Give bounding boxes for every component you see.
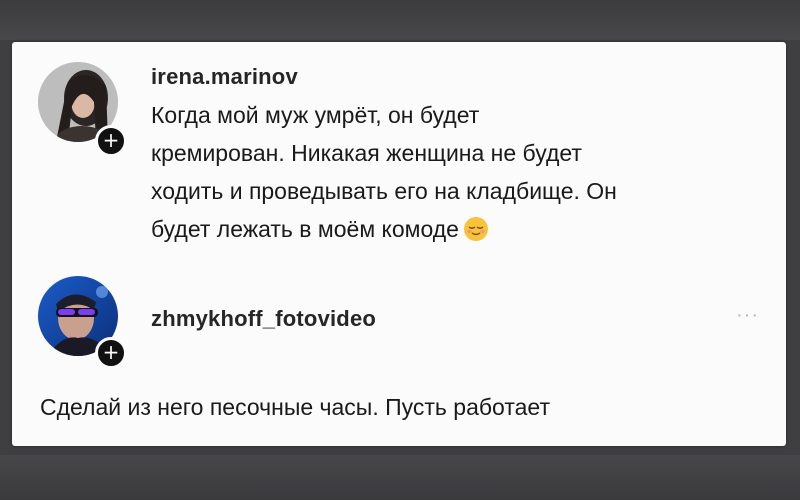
comments-card: + irena.marinov Когда мой муж умрёт, он … [12,42,786,446]
follow-plus-button[interactable]: + [95,125,127,157]
comment-text-zhmykhoff: Сделай из него песочные часы. Пусть рабо… [40,394,550,420]
comment-line-text: будет лежать в моём комоде [151,216,459,242]
avatar-zhmykhoff[interactable]: + [38,276,127,369]
bottom-frame-bar [0,455,800,500]
comment-line: Когда мой муж умрёт, он будет [151,102,480,128]
comment-line: будет лежать в моём комоде [151,210,617,248]
comment-line: кремирован. Никакая женщина не будет [151,140,582,166]
comment-line: ходить и проведывать его на кладбище. Он [151,178,617,204]
username-zhmykhoff[interactable]: zhmykhoff_fotovideo [151,306,376,332]
avatar-irena[interactable]: + [38,62,127,157]
more-options-button[interactable]: ··· [736,304,759,327]
follow-plus-button[interactable]: + [95,337,127,369]
relieved-face-emoji-icon [463,217,488,241]
comment-text-irena: Когда мой муж умрёт, он будет кремирован… [151,96,617,248]
username-irena[interactable]: irena.marinov [151,64,298,90]
top-frame-bar [0,0,800,40]
